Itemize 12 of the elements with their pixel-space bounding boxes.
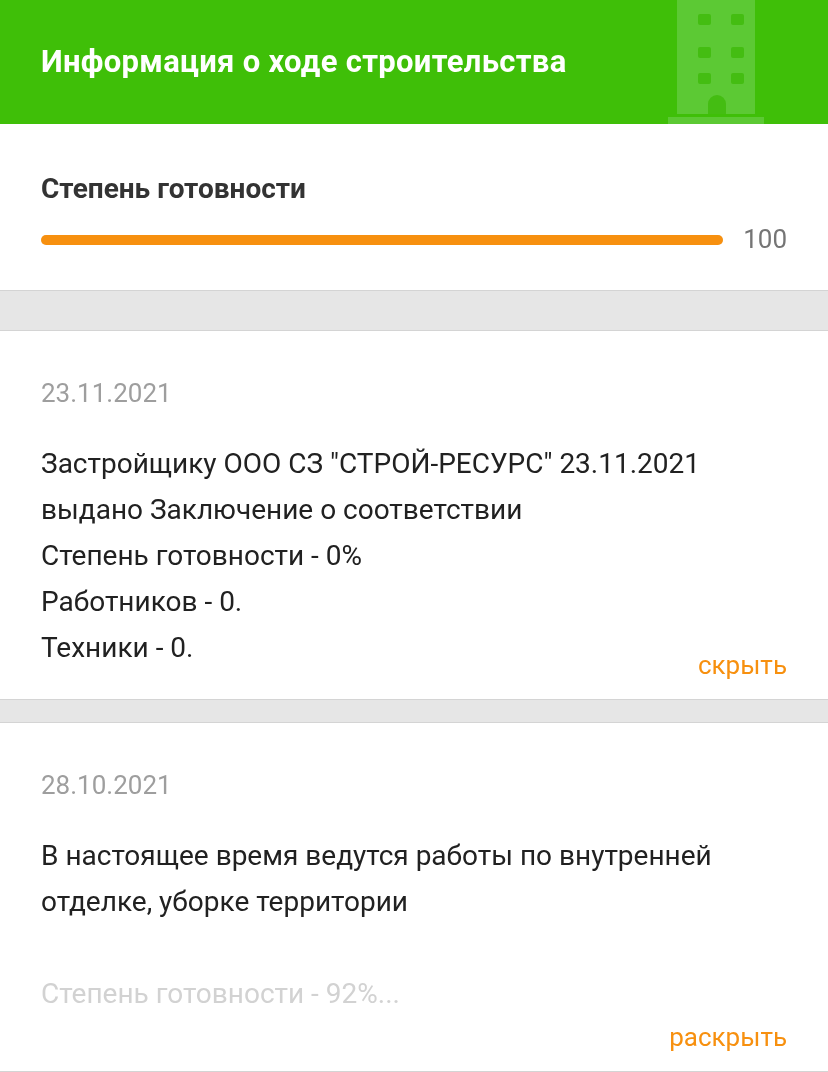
collapse-link[interactable]: скрыть bbox=[697, 645, 787, 685]
expand-link[interactable]: раскрыть bbox=[669, 1017, 787, 1057]
entry-text: Застройщику ООО СЗ "СТРОЙ-РЕСУРС" 23.11.2021 выдано Заключение о соответствии bbox=[41, 446, 702, 528]
entry-text: Степень готовности - 0% bbox=[41, 538, 363, 574]
entry-text: Работников - 0. bbox=[41, 584, 243, 620]
entry-date: 28.10.2021 bbox=[41, 769, 173, 802]
entry-text: В настоящее время ведутся работы по внутренней отделке, уборке территории bbox=[41, 838, 713, 920]
entry-text: Техники - 0. bbox=[41, 630, 194, 666]
entry-date: 23.11.2021 bbox=[41, 377, 173, 410]
progress-value: 100 bbox=[743, 223, 787, 256]
header-title: Информация о ходе строительства bbox=[40, 41, 567, 82]
readiness-title: Степень готовности bbox=[41, 171, 307, 207]
